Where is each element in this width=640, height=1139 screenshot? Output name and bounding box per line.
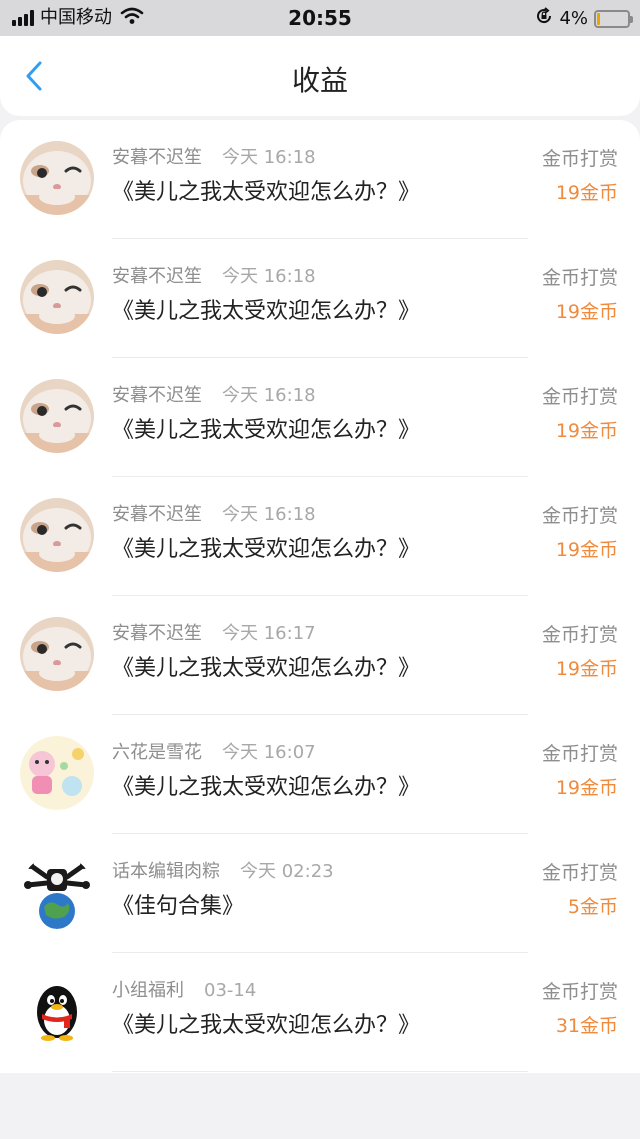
avatar[interactable] <box>20 498 94 572</box>
tipper-name: 安暮不迟笙 <box>112 385 202 406</box>
income-type: 金币打赏 <box>541 862 618 884</box>
book-title: 《美儿之我太受欢迎怎么办？》 <box>112 537 421 562</box>
book-title: 《美儿之我太受欢迎怎么办？》 <box>112 775 421 800</box>
avatar[interactable] <box>20 855 94 929</box>
income-row[interactable]: 六花是雪花 今天 16:07 《美儿之我太受欢迎怎么办？》 金币打赏 19金币 <box>0 715 640 834</box>
tip-time: 今天 16:17 <box>222 623 316 644</box>
income-type: 金币打赏 <box>541 743 618 765</box>
coin-amount: 19金币 <box>555 777 618 799</box>
income-row[interactable]: 小组福利 03-14 《美儿之我太受欢迎怎么办？》 金币打赏 31金币 <box>0 953 640 1072</box>
coin-amount: 19金币 <box>555 301 618 323</box>
income-row[interactable]: 安暮不迟笙 今天 16:18 《美儿之我太受欢迎怎么办？》 金币打赏 19金币 <box>0 477 640 596</box>
avatar[interactable] <box>20 141 94 215</box>
coin-amount: 31金币 <box>555 1015 618 1037</box>
tip-time: 今天 16:07 <box>222 742 316 763</box>
book-title: 《美儿之我太受欢迎怎么办？》 <box>112 1013 421 1038</box>
status-right: 4% <box>535 7 633 31</box>
income-type: 金币打赏 <box>541 148 618 170</box>
tip-time: 今天 16:18 <box>222 147 316 168</box>
battery-icon <box>594 10 633 28</box>
coin-amount: 5金币 <box>567 896 618 918</box>
tip-time: 今天 16:18 <box>222 266 316 287</box>
avatar[interactable] <box>20 736 94 810</box>
status-bar: 中国移动 20:55 4% <box>0 0 640 36</box>
tipper-name: 小组福利 <box>112 980 184 1001</box>
income-row[interactable]: 话本编辑肉粽 今天 02:23 《佳句合集》 金币打赏 5金币 <box>0 834 640 953</box>
book-title: 《美儿之我太受欢迎怎么办？》 <box>112 299 421 324</box>
book-title: 《美儿之我太受欢迎怎么办？》 <box>112 180 421 205</box>
tipper-name: 安暮不迟笙 <box>112 147 202 168</box>
coin-amount: 19金币 <box>555 420 618 442</box>
nav-bar: 收益 <box>0 36 640 116</box>
tip-time: 今天 16:18 <box>222 504 316 525</box>
income-type: 金币打赏 <box>541 624 618 646</box>
book-title: 《佳句合集》 <box>112 894 245 919</box>
income-list: 安暮不迟笙 今天 16:18 《美儿之我太受欢迎怎么办？》 金币打赏 19金币 … <box>0 120 640 1073</box>
avatar[interactable] <box>20 260 94 334</box>
row-divider <box>112 1071 528 1072</box>
coin-amount: 19金币 <box>555 658 618 680</box>
income-row[interactable]: 安暮不迟笙 今天 16:18 《美儿之我太受欢迎怎么办？》 金币打赏 19金币 <box>0 120 640 239</box>
book-title: 《美儿之我太受欢迎怎么办？》 <box>112 418 421 443</box>
tipper-name: 安暮不迟笙 <box>112 504 202 525</box>
avatar[interactable] <box>20 617 94 691</box>
coin-amount: 19金币 <box>555 182 618 204</box>
income-row[interactable]: 安暮不迟笙 今天 16:17 《美儿之我太受欢迎怎么办？》 金币打赏 19金币 <box>0 596 640 715</box>
avatar[interactable] <box>20 379 94 453</box>
tipper-name: 安暮不迟笙 <box>112 266 202 287</box>
book-title: 《美儿之我太受欢迎怎么办？》 <box>112 656 421 681</box>
battery-fill <box>597 13 600 25</box>
rotation-lock-icon <box>535 7 553 31</box>
income-type: 金币打赏 <box>541 386 618 408</box>
avatar[interactable] <box>20 974 94 1048</box>
income-type: 金币打赏 <box>541 981 618 1003</box>
tipper-name: 话本编辑肉粽 <box>112 861 220 882</box>
tipper-name: 六花是雪花 <box>112 742 202 763</box>
coin-amount: 19金币 <box>555 539 618 561</box>
tipper-name: 安暮不迟笙 <box>112 623 202 644</box>
tip-time: 03-14 <box>204 980 257 1001</box>
income-row[interactable]: 安暮不迟笙 今天 16:18 《美儿之我太受欢迎怎么办？》 金币打赏 19金币 <box>0 358 640 477</box>
battery-percent: 4% <box>559 8 588 29</box>
income-type: 金币打赏 <box>541 267 618 289</box>
page-title: 收益 <box>291 64 348 97</box>
tip-time: 今天 02:23 <box>240 861 334 882</box>
income-type: 金币打赏 <box>541 505 618 527</box>
income-row[interactable]: 安暮不迟笙 今天 16:18 《美儿之我太受欢迎怎么办？》 金币打赏 19金币 <box>0 239 640 358</box>
tip-time: 今天 16:18 <box>222 385 316 406</box>
